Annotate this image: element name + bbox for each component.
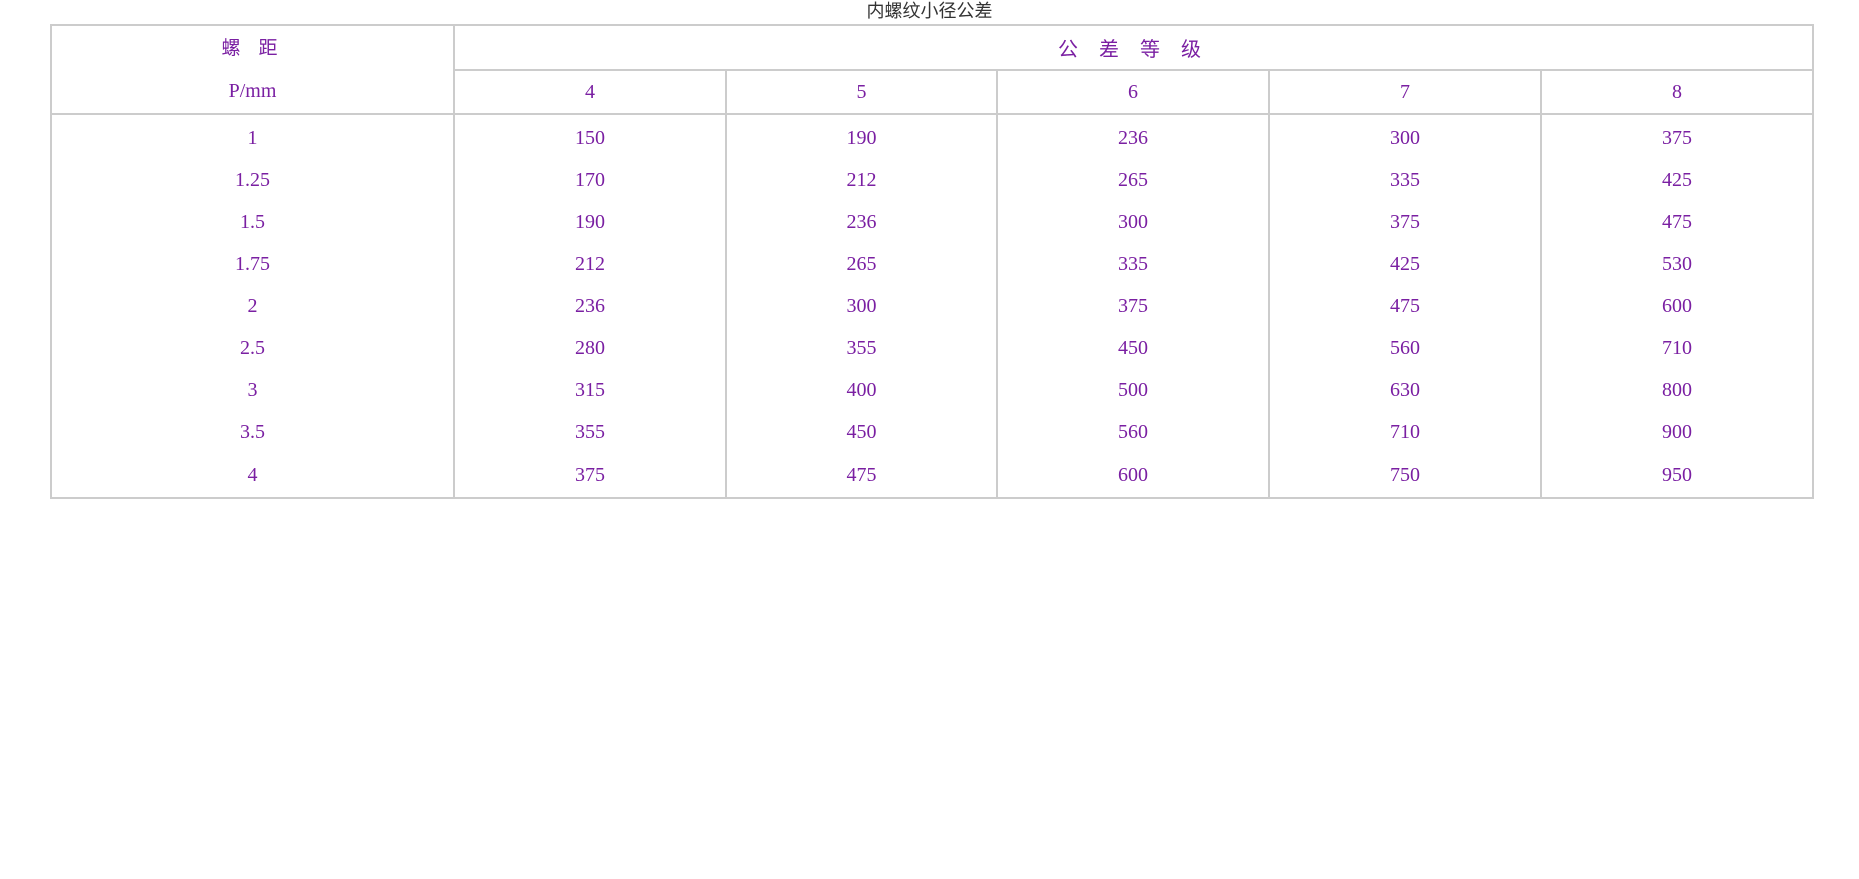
tolerance-cell: 375	[1268, 201, 1542, 243]
tolerance-cell: 600	[996, 453, 1270, 499]
table-row: 1 150 190 236 300 375	[50, 113, 1815, 159]
tolerance-cell: 280	[453, 327, 727, 369]
pitch-cell: 4	[50, 453, 455, 499]
pitch-cell: 3.5	[50, 411, 455, 453]
tolerance-cell: 710	[1268, 411, 1542, 453]
tolerance-cell: 750	[1268, 453, 1542, 499]
tolerance-cell: 170	[453, 159, 727, 201]
tolerance-cell: 425	[1539, 159, 1815, 201]
tolerance-cell: 355	[453, 411, 727, 453]
table-row: 2.5 280 355 450 560 710	[50, 327, 1815, 369]
tolerance-cell: 710	[1539, 327, 1815, 369]
grade-column-header: 6	[996, 69, 1270, 115]
tolerance-cell: 300	[996, 201, 1270, 243]
tolerance-cell: 315	[453, 369, 727, 411]
tolerance-cell: 300	[1268, 113, 1542, 159]
tolerance-cell: 475	[1539, 201, 1815, 243]
table-row: 3.5 355 450 560 710 900	[50, 411, 1815, 453]
pitch-cell: 1	[50, 113, 455, 159]
tolerance-cell: 530	[1539, 243, 1815, 285]
grade-column-header: 7	[1268, 69, 1542, 115]
table-row: 2 236 300 375 475 600	[50, 285, 1815, 327]
pitch-label: 螺 距	[221, 37, 284, 59]
tolerance-cell: 450	[725, 411, 998, 453]
grade-column-header: 8	[1539, 69, 1815, 115]
tolerance-cell: 425	[1268, 243, 1542, 285]
tolerance-cell: 560	[1268, 327, 1542, 369]
tolerance-cell: 236	[996, 113, 1270, 159]
tolerance-cell: 475	[725, 453, 998, 499]
grade-column-header: 5	[725, 69, 998, 115]
table-caption: 内螺纹小径公差	[866, 1, 993, 22]
tolerance-cell: 630	[1268, 369, 1542, 411]
tolerance-cell: 190	[453, 201, 727, 243]
table-row: 3 315 400 500 630 800	[50, 369, 1815, 411]
tolerance-cell: 560	[996, 411, 1270, 453]
tolerance-cell: 800	[1539, 369, 1815, 411]
tolerance-cell: 375	[1539, 113, 1815, 159]
tolerance-cell: 150	[453, 113, 727, 159]
tolerance-table: 螺 距 P/mm 公 差 等 级 4 5 6 7 8 1 150 190 236…	[50, 24, 1815, 499]
tolerance-cell: 300	[725, 285, 998, 327]
table-row: 1.75 212 265 335 425 530	[50, 243, 1815, 285]
tolerance-cell: 265	[996, 159, 1270, 201]
grade-header: 公 差 等 级	[452, 24, 1815, 71]
pitch-cell: 1.5	[50, 201, 455, 243]
pitch-cell: 2	[50, 285, 455, 327]
tolerance-cell: 450	[996, 327, 1270, 369]
table-row: 1.25 170 212 265 335 425	[50, 159, 1815, 201]
tolerance-cell: 236	[725, 201, 998, 243]
tolerance-cell: 475	[1268, 285, 1542, 327]
tolerance-cell: 212	[725, 159, 998, 201]
tolerance-cell: 236	[453, 285, 727, 327]
table-row: 1.5 190 236 300 375 475	[50, 201, 1815, 243]
tolerance-cell: 500	[996, 369, 1270, 411]
pitch-unit: P/mm	[228, 80, 277, 102]
tolerance-cell: 600	[1539, 285, 1815, 327]
pitch-cell: 2.5	[50, 327, 455, 369]
tolerance-cell: 375	[453, 453, 727, 499]
tolerance-cell: 265	[725, 243, 998, 285]
pitch-cell: 3	[50, 369, 455, 411]
tolerance-cell: 400	[725, 369, 998, 411]
table-row: 4 375 475 600 750 950	[50, 453, 1815, 499]
grade-column-header: 4	[453, 69, 727, 115]
tolerance-cell: 950	[1539, 453, 1815, 499]
tolerance-cell: 190	[725, 113, 998, 159]
tolerance-cell: 335	[1268, 159, 1542, 201]
pitch-cell: 1.25	[50, 159, 455, 201]
tolerance-cell: 212	[453, 243, 727, 285]
tolerance-cell: 335	[996, 243, 1270, 285]
pitch-header: 螺 距 P/mm	[50, 24, 455, 115]
tolerance-cell: 355	[725, 327, 998, 369]
tolerance-cell: 375	[996, 285, 1270, 327]
pitch-cell: 1.75	[50, 243, 455, 285]
tolerance-cell: 900	[1539, 411, 1815, 453]
